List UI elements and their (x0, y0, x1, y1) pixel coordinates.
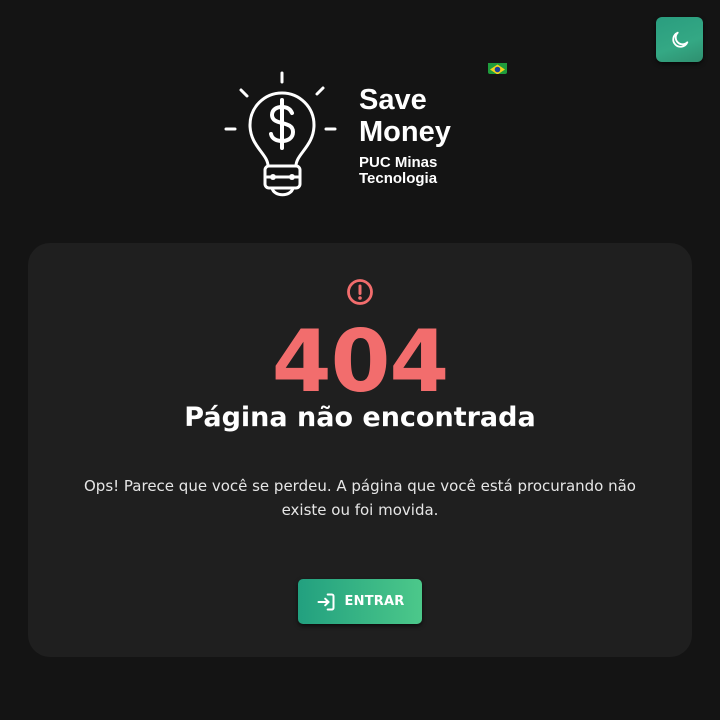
error-message: Ops! Parece que você se perdeu. A página… (84, 477, 636, 519)
login-icon (317, 593, 335, 610)
brand-title: Save Money (359, 84, 451, 148)
error-title: Página não encontrada (184, 402, 536, 433)
brand-subtitle: PUC Minas Tecnologia (359, 154, 438, 187)
login-button[interactable]: ENTRAR (298, 579, 422, 624)
theme-toggle-button[interactable] (656, 17, 703, 62)
brazil-flag-icon[interactable] (488, 61, 507, 74)
moon-icon (671, 31, 688, 48)
brand: Save Money PUC Minas Tecnologia (359, 84, 489, 187)
error-code: 404 (271, 312, 450, 412)
lightbulb-dollar-icon (224, 71, 337, 197)
login-button-label: ENTRAR (344, 594, 405, 609)
brand-logo (222, 70, 338, 204)
alert-circle-icon (346, 278, 374, 306)
